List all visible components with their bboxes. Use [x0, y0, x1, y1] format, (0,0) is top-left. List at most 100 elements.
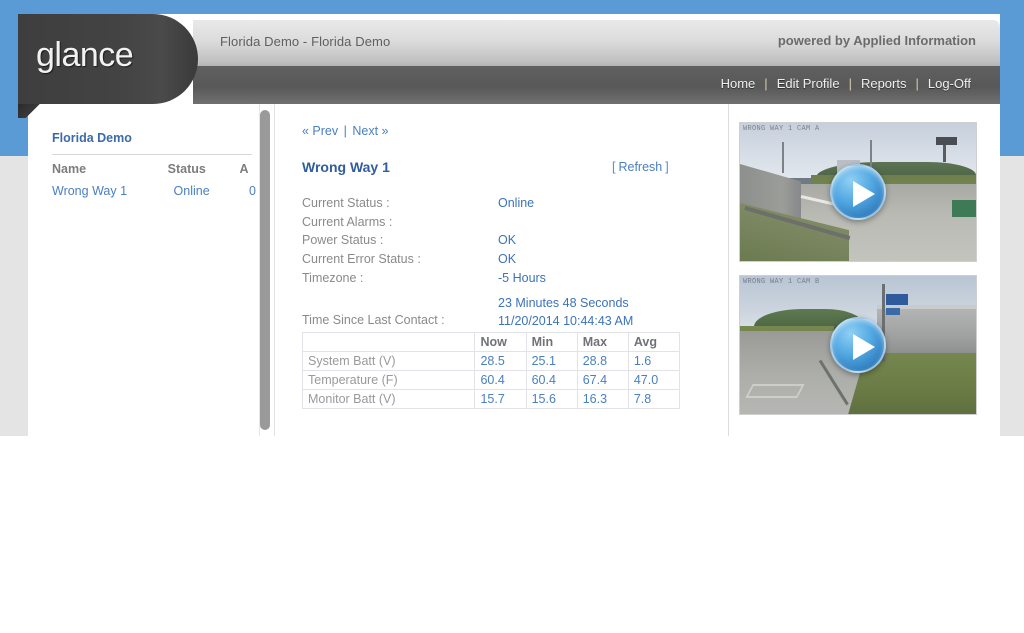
status-row-power-status: Power Status : OK — [302, 231, 722, 250]
status-label: Current Error Status : — [302, 252, 421, 267]
status-label: Current Status : — [302, 196, 390, 210]
background-gray-right — [1000, 156, 1024, 436]
play-icon[interactable] — [830, 317, 886, 373]
sidebar-device-alarms[interactable]: 0 — [226, 182, 258, 200]
prev-link[interactable]: « Prev — [302, 124, 338, 138]
metric-avg: 7.8 — [627, 389, 681, 409]
metric-max: 67.4 — [576, 370, 629, 390]
background-white-bottom — [0, 436, 1024, 633]
play-icon[interactable] — [830, 164, 886, 220]
page-root: Florida Demo - Florida Demo powered by A… — [0, 0, 1024, 633]
sidebar-header-row: Name Status A — [52, 159, 258, 182]
video2-timestamp-overlay: WRONG WAY 1 CAM B — [743, 278, 820, 286]
refresh-control: [Refresh] — [612, 160, 669, 174]
table-row: Monitor Batt (V) 15.7 15.6 16.3 7.8 — [301, 389, 681, 409]
status-row-last-contact: Time Since Last Contact : 23 Minutes 48 … — [302, 294, 722, 331]
table-row[interactable]: Wrong Way 1 Online 0 — [52, 182, 258, 200]
nav-separator: | — [848, 76, 852, 91]
status-list: Current Status : Online Current Alarms :… — [302, 194, 722, 331]
nav-link-reports[interactable]: Reports — [854, 76, 914, 91]
video-column: WRONG WAY 1 CAM A WRONG WAY 1 CAM B — [739, 122, 989, 415]
metric-max: 16.3 — [576, 389, 629, 409]
device-title: Wrong Way 1 — [302, 159, 390, 175]
nav-link-log-off[interactable]: Log-Off — [921, 76, 978, 91]
status-value: Online — [498, 196, 535, 210]
last-contact-values: 23 Minutes 48 Seconds 11/20/2014 10:44:4… — [498, 294, 633, 331]
metrics-col-avg: Avg — [627, 332, 681, 352]
body-panel: Florida Demo Name Status A Wrong Way 1 O… — [28, 104, 1000, 436]
nav-link-home[interactable]: Home — [714, 76, 763, 91]
nav-separator: | — [764, 76, 768, 91]
video1-overhead-sign — [935, 136, 958, 146]
status-value: OK — [498, 233, 517, 248]
metric-name: Temperature (F) — [301, 370, 476, 390]
sidebar-device-name[interactable]: Wrong Way 1 — [52, 182, 158, 200]
logo-fold-shadow — [18, 104, 40, 118]
sidebar: Florida Demo Name Status A Wrong Way 1 O… — [28, 104, 260, 436]
metrics-header-row: Now Min Max Avg — [301, 332, 681, 352]
metrics-col-now: Now — [474, 332, 527, 352]
sidebar-col-status: Status — [167, 162, 206, 176]
last-contact-timestamp: 11/20/2014 10:44:43 AM — [498, 314, 634, 329]
nav-separator: | — [915, 76, 919, 91]
sidebar-title: Florida Demo — [52, 131, 132, 145]
video1-green-sign — [952, 200, 976, 217]
metric-max: 28.8 — [576, 351, 629, 371]
metric-now: 60.4 — [474, 370, 527, 390]
status-row-current-error-status: Current Error Status : OK — [302, 250, 722, 269]
status-label: Current Alarms : — [302, 214, 393, 229]
next-link[interactable]: Next » — [352, 124, 388, 138]
metric-now: 15.7 — [474, 389, 527, 409]
video2-secondary-sign — [886, 307, 901, 315]
status-label: Power Status : — [302, 233, 384, 248]
status-label: Timezone : — [302, 270, 364, 285]
page-title: Florida Demo - Florida Demo — [220, 34, 391, 49]
nav-link-edit-profile[interactable]: Edit Profile — [770, 76, 847, 91]
metric-min: 15.6 — [525, 389, 578, 409]
status-value: -5 Hours — [498, 270, 546, 285]
nav-items: Home | Edit Profile | Reports | Log-Off — [714, 76, 978, 91]
metric-avg: 1.6 — [627, 351, 681, 371]
metrics-table: Now Min Max Avg System Batt (V) 28.5 25.… — [301, 332, 681, 409]
sidebar-device-status[interactable]: Online — [158, 182, 226, 200]
sidebar-col-a: A — [239, 162, 249, 176]
video1-light-pole-a — [782, 142, 785, 173]
video-thumbnail-camera-1[interactable]: WRONG WAY 1 CAM A — [739, 122, 977, 262]
pager: « Prev | Next » — [302, 124, 389, 138]
table-row: System Batt (V) 28.5 25.1 28.8 1.6 — [301, 351, 681, 371]
table-row: Temperature (F) 60.4 60.4 67.4 47.0 — [301, 370, 681, 390]
metric-min: 60.4 — [525, 370, 578, 390]
status-row-current-status: Current Status : Online — [302, 194, 722, 213]
refresh-link[interactable]: Refresh — [615, 160, 665, 174]
video2-pavement-marking — [745, 383, 806, 398]
last-contact-elapsed: 23 Minutes 48 Seconds — [498, 295, 629, 310]
sidebar-device-table: Name Status A Wrong Way 1 Online 0 — [52, 159, 258, 200]
main-content: « Prev | Next » Wrong Way 1 [Refresh] Cu… — [290, 104, 728, 436]
video1-light-pole-b — [869, 139, 872, 170]
last-contact-label: Time Since Last Contact : — [302, 312, 445, 327]
sidebar-col-name: Name — [52, 162, 87, 176]
video1-timestamp-overlay: WRONG WAY 1 CAM A — [743, 125, 820, 133]
nav-bar: Home | Edit Profile | Reports | Log-Off — [193, 66, 1000, 104]
powered-by-label: powered by Applied Information — [777, 33, 976, 48]
metrics-col-blank — [301, 332, 476, 352]
background-gray-left — [0, 156, 28, 436]
sidebar-main-divider — [274, 104, 275, 436]
sidebar-divider — [52, 154, 252, 155]
metric-now: 28.5 — [474, 351, 527, 371]
metrics-col-min: Min — [525, 332, 578, 352]
metric-name: System Batt (V) — [301, 351, 476, 371]
sidebar-scrollbar-thumb[interactable] — [260, 110, 270, 430]
status-row-current-alarms: Current Alarms : — [302, 213, 722, 232]
logo-text[interactable]: glance — [36, 36, 134, 75]
metric-min: 25.1 — [525, 351, 578, 371]
pager-separator: | — [343, 124, 347, 138]
metric-name: Monitor Batt (V) — [301, 389, 476, 409]
video2-blue-sign — [886, 293, 908, 305]
status-value: OK — [498, 252, 517, 267]
header-bar: Florida Demo - Florida Demo powered by A… — [193, 20, 1000, 66]
refresh-close-bracket: ] — [665, 160, 669, 174]
video-thumbnail-camera-2[interactable]: WRONG WAY 1 CAM B — [739, 275, 977, 415]
metric-avg: 47.0 — [627, 370, 681, 390]
status-row-timezone: Timezone : -5 Hours — [302, 269, 722, 288]
